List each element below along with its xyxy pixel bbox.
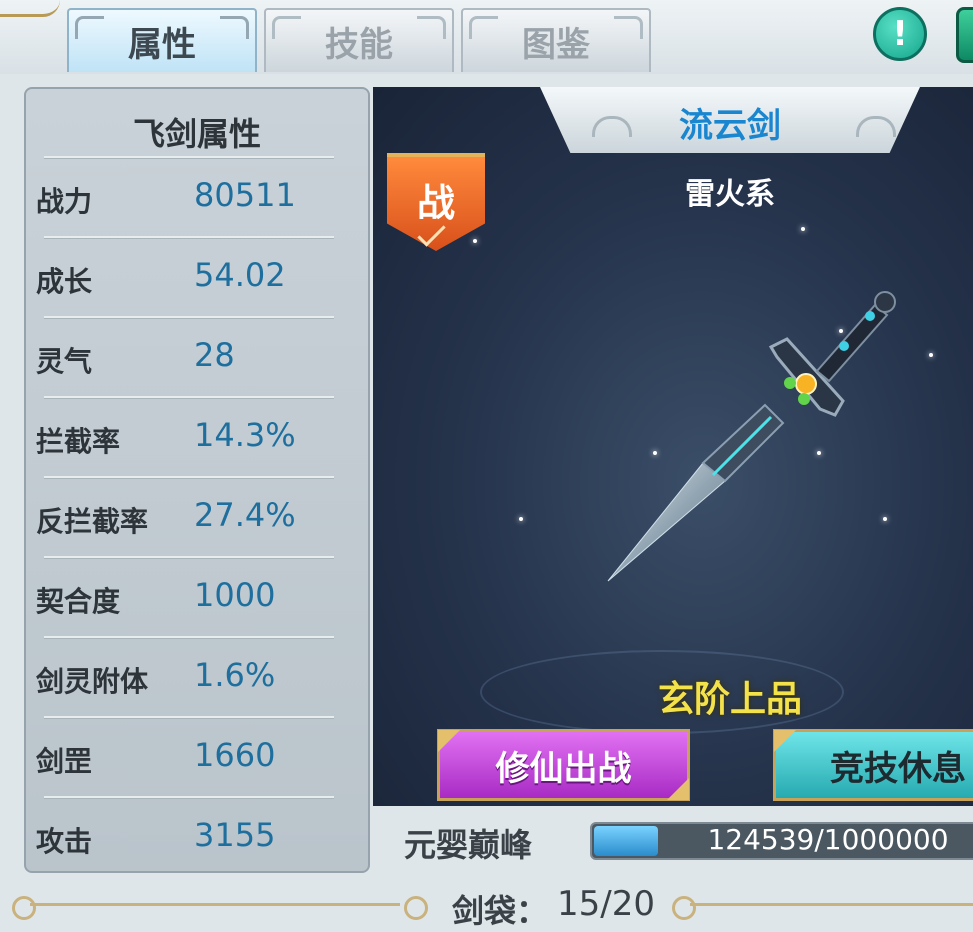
info-button[interactable]: ! [873,7,927,61]
button-corner-ornament [438,730,460,752]
stat-row: 剑罡 1660 [36,716,354,796]
corner-ornament [0,0,60,17]
sword-handle [815,303,889,383]
sword-pommel [874,291,896,313]
attribute-panel: 飞剑属性 战力 80511 成长 54.02 灵气 28 拦截率 14.3% 反… [24,87,370,873]
stat-value: 1000 [194,576,276,614]
bottom-divider [690,903,973,906]
sword-grade: 玄阶上品 [657,679,802,720]
row-divider [44,396,334,398]
row-divider [44,156,334,158]
exp-progress-text: 124539/1000000 [707,823,949,856]
stat-value: 1.6% [194,656,276,694]
deploy-cultivation-button[interactable]: 修仙出战 [437,729,690,801]
row-divider [44,796,334,798]
tab-attributes[interactable]: 属性 [67,8,257,72]
stat-value: 28 [194,336,235,374]
row-divider [44,236,334,238]
stat-row: 成长 54.02 [36,236,354,316]
sword-gem [798,393,810,405]
stat-label: 契合度 [36,585,121,618]
tab-skills[interactable]: 技能 [264,8,454,72]
stat-label: 战力 [36,185,93,218]
row-divider [44,556,334,558]
arena-rest-button[interactable]: 竞技休息 [773,729,973,801]
stat-row: 契合度 1000 [36,556,354,636]
tab-corner-ornament [614,16,643,39]
button-corner-ornament [774,730,796,752]
exclamation-icon: ! [892,14,908,54]
row-divider [44,476,334,478]
side-button[interactable] [956,7,973,63]
sword-handle-gem [839,341,849,351]
sword-name: 流云剑 [679,106,781,146]
realm-label: 元婴巅峰 [404,826,533,864]
scroll-ornament [404,896,428,920]
row-divider [44,636,334,638]
stat-label: 拦截率 [36,425,121,458]
tab-skills-label: 技能 [325,24,393,65]
stat-row: 剑灵附体 1.6% [36,636,354,716]
stat-value: 14.3% [194,416,296,454]
sword-gem-center [795,373,817,395]
deploy-cultivation-label: 修仙出战 [495,748,632,789]
stat-label: 剑灵附体 [36,665,149,698]
stat-value: 1660 [194,736,276,774]
tab-codex-label: 图鉴 [522,24,590,65]
stat-label: 剑罡 [36,745,93,778]
tab-corner-ornament [272,16,301,39]
stat-row: 反拦截率 27.4% [36,476,354,556]
panel-title: 飞剑属性 [132,115,261,153]
scroll-ornament [12,896,36,920]
tab-corner-ornament [417,16,446,39]
element-type: 雷火系 [685,177,775,212]
stat-label: 反拦截率 [36,505,149,538]
button-corner-ornament [667,778,689,800]
tab-corner-ornament [220,16,249,39]
tab-codex[interactable]: 图鉴 [461,8,651,72]
stat-label: 成长 [36,265,93,298]
stat-row: 战力 80511 [36,156,354,236]
stat-value: 54.02 [194,256,286,294]
bottom-divider [30,903,400,906]
stat-label: 攻击 [36,825,93,858]
sword-handle-gem [865,311,875,321]
stat-label: 灵气 [36,345,93,378]
scroll-ornament [672,896,696,920]
stat-value: 27.4% [194,496,296,534]
tab-corner-ornament [469,16,498,39]
sword-gem [784,377,796,389]
stat-value: 3155 [194,816,276,854]
arena-rest-label: 竞技休息 [830,748,966,789]
sword-blade [607,462,726,582]
row-divider [44,316,334,318]
stat-row: 灵气 28 [36,316,354,396]
tab-corner-ornament [75,16,104,39]
sword-bag-count: 15/20 [557,884,655,924]
row-divider [44,716,334,718]
stat-value: 80511 [194,176,296,214]
exp-progress-fill [594,826,658,856]
stat-row: 拦截率 14.3% [36,396,354,476]
sword-bag-label: 剑袋： [452,892,549,930]
tab-attributes-label: 属性 [128,24,196,65]
stat-row: 攻击 3155 [36,796,354,876]
